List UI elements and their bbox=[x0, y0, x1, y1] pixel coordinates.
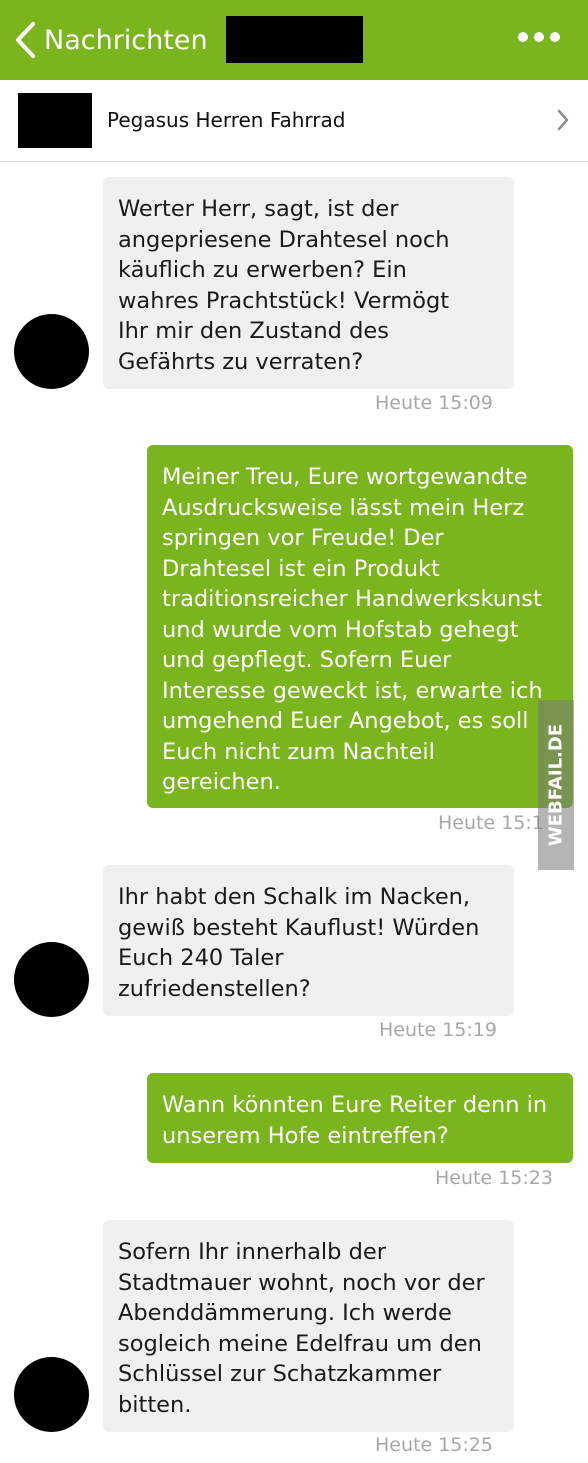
dot-icon bbox=[534, 32, 544, 42]
message-line: zufriedenstellen? bbox=[118, 975, 311, 1002]
message-line: Meiner Treu, Eure wortgewandte bbox=[162, 464, 528, 490]
message-line: Abenddämmerung. Ich werde bbox=[118, 1300, 452, 1326]
avatar bbox=[14, 314, 89, 389]
message-line: angepriesene Drahtesel noch bbox=[118, 226, 450, 253]
message-line: Gefährts zu verraten? bbox=[118, 348, 364, 375]
message-line: Stadtmauer wohnt, noch vor der bbox=[118, 1269, 485, 1296]
message-timestamp: Heute 15:25 bbox=[375, 1434, 493, 1456]
message-line: Ausdrucksweise lässt mein Herz bbox=[162, 494, 525, 521]
message-line: gewiß besteht Kauflust! Würden bbox=[118, 914, 480, 941]
message-bubble-outgoing: Meiner Treu, Eure wortgewandte Ausdrucks… bbox=[147, 445, 573, 808]
message-line: unserem Hofe eintreffen? bbox=[162, 1122, 449, 1149]
message-line: Drahtesel ist ein Produkt bbox=[162, 555, 440, 582]
message-line: und gepflegt. Sofern Euer bbox=[162, 647, 452, 673]
message-timestamp: Heute 15:19 bbox=[379, 1019, 497, 1041]
message-line: Werter Herr, sagt, ist der bbox=[118, 196, 399, 222]
listing-thumbnail bbox=[18, 93, 92, 148]
message-line: springen vor Freude! Der bbox=[162, 525, 444, 551]
message-line: und wurde vom Hofstab gehegt bbox=[162, 616, 519, 643]
top-bar: Nachrichten bbox=[0, 0, 588, 80]
message-bubble-incoming: Werter Herr, sagt, ist der angepriesene … bbox=[103, 177, 514, 389]
back-label: Nachrichten bbox=[44, 24, 208, 56]
message-line: traditionsreicher Handwerkskunst bbox=[162, 586, 542, 612]
message-line: bitten. bbox=[118, 1391, 192, 1418]
avatar bbox=[14, 1357, 89, 1432]
listing-title: Pegasus Herren Fahrrad bbox=[107, 108, 346, 132]
message-timestamp: Heute 15:23 bbox=[435, 1167, 553, 1189]
chevron-right-icon bbox=[556, 108, 570, 136]
dot-icon bbox=[518, 32, 528, 42]
message-line: Ihr habt den Schalk im Nacken, bbox=[118, 884, 471, 910]
message-bubble-incoming: Ihr habt den Schalk im Nacken, gewiß bes… bbox=[103, 865, 514, 1016]
redacted-contact-name bbox=[226, 16, 363, 63]
message-line: Schlüssel zur Schatzkammer bbox=[118, 1361, 442, 1387]
message-line: Sofern Ihr innerhalb der bbox=[118, 1239, 386, 1265]
watermark: WEBFAIL.DE bbox=[538, 700, 574, 870]
dot-icon bbox=[550, 32, 560, 42]
message-line: Wann könnten Eure Reiter denn in bbox=[162, 1092, 548, 1118]
message-timestamp: Heute 15:1 bbox=[438, 812, 544, 834]
message-line: Euch nicht zum Nachteil bbox=[162, 738, 435, 765]
listing-header[interactable]: Pegasus Herren Fahrrad bbox=[0, 80, 588, 162]
message-line: wahres Prachtstück! Vermögt bbox=[118, 287, 450, 314]
message-line: Euch 240 Taler bbox=[118, 945, 284, 971]
message-line: Ihr mir den Zustand des bbox=[118, 318, 389, 344]
back-button[interactable]: Nachrichten bbox=[14, 18, 208, 62]
message-line: käuflich zu erwerben? Ein bbox=[118, 257, 407, 283]
message-line: sogleich meine Edelfrau um den bbox=[118, 1330, 482, 1357]
message-line: Interesse geweckt ist, erwarte ich bbox=[162, 677, 543, 704]
chevron-left-icon bbox=[14, 21, 36, 59]
avatar bbox=[14, 942, 89, 1017]
more-options-button[interactable] bbox=[518, 32, 560, 42]
message-bubble-incoming: Sofern Ihr innerhalb der Stadtmauer wohn… bbox=[103, 1220, 514, 1432]
message-line: gereichen. bbox=[162, 769, 281, 795]
watermark-text: WEBFAIL.DE bbox=[545, 723, 567, 847]
message-bubble-outgoing: Wann könnten Eure Reiter denn in unserem… bbox=[147, 1073, 573, 1163]
message-timestamp: Heute 15:09 bbox=[375, 392, 493, 414]
message-line: umgehend Euer Angebot, es soll bbox=[162, 708, 529, 734]
